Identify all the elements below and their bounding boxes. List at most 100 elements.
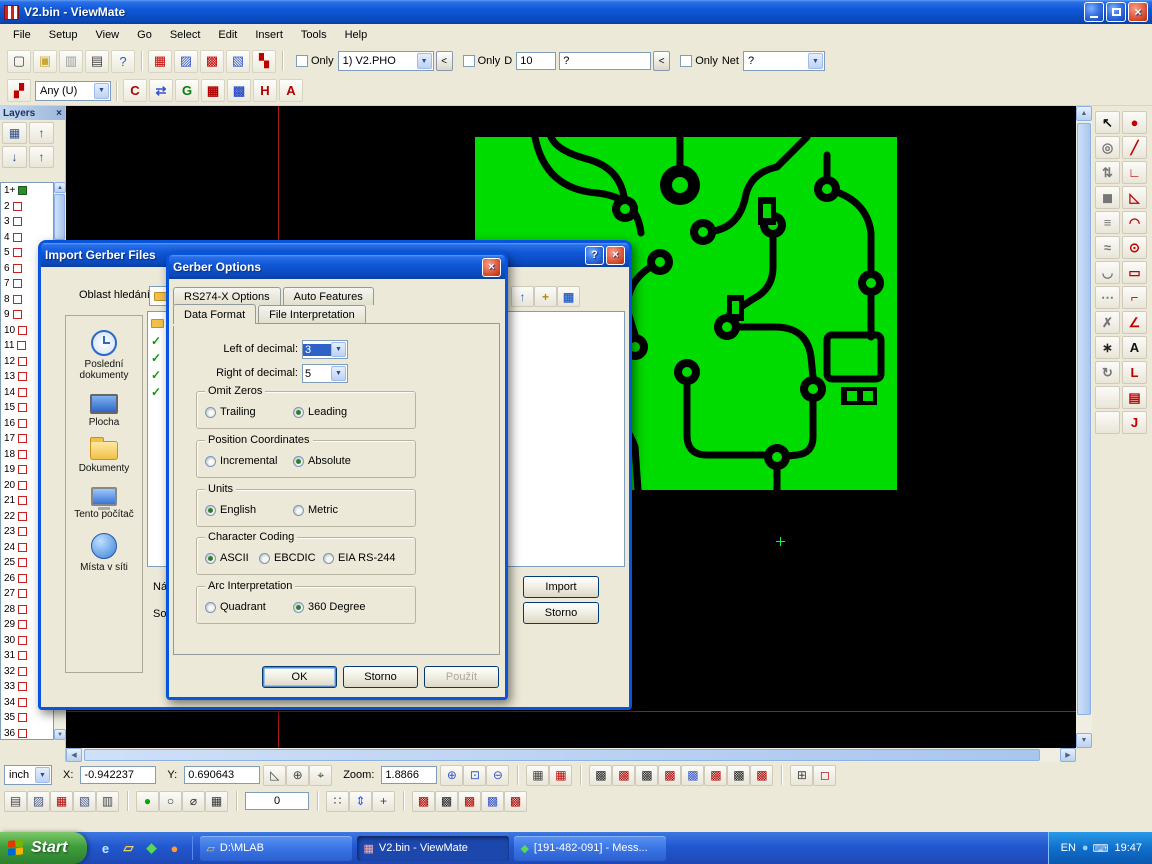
language-indicator[interactable]: EN (1061, 842, 1076, 854)
snap-icon[interactable]: ⇕ (349, 791, 372, 812)
dropdown-arrow-icon[interactable]: ▼ (331, 366, 346, 381)
layer-color-swatch[interactable] (13, 295, 22, 304)
scroll-down-icon[interactable]: ▼ (54, 729, 66, 740)
up-folder-icon[interactable]: ↑ (511, 286, 534, 307)
draw-pad-icon[interactable]: ● (1122, 111, 1147, 134)
dialog-close-button[interactable]: × (482, 258, 501, 277)
tab-file-interpretation[interactable]: File Interpretation (258, 305, 366, 323)
dcode-input[interactable]: 10 (516, 52, 556, 70)
status-led-icon[interactable]: ● (136, 791, 159, 812)
green-tool-icon[interactable]: ◆ (142, 839, 160, 857)
dcode-table-icon[interactable]: ▦ (526, 765, 549, 786)
layer-color-swatch[interactable] (18, 605, 27, 614)
radio-quadrant[interactable]: Quadrant (205, 601, 266, 613)
draw-angle-icon[interactable]: ∠ (1122, 311, 1147, 334)
zoom-field[interactable]: 1.8866 (381, 766, 437, 784)
menu-item[interactable]: Go (128, 26, 161, 44)
tray-keyboard-icon[interactable]: ⌨ (1093, 842, 1109, 855)
grid-1-icon[interactable]: ▦ (201, 79, 225, 102)
tab-data-format[interactable]: Data Format (173, 304, 256, 324)
scrollbar-thumb[interactable] (54, 194, 65, 240)
print-icon[interactable]: ▤ (85, 50, 109, 73)
horizontal-scrollbar[interactable]: ◀ ▶ (66, 748, 1076, 762)
blank-tool-icon[interactable] (1095, 386, 1120, 409)
film-11-icon[interactable]: ▩ (458, 791, 481, 812)
place-desktop[interactable]: Plocha (68, 394, 140, 428)
crosshair-icon[interactable]: + (372, 791, 395, 812)
radio-incremental[interactable]: Incremental (205, 455, 277, 467)
layer-color-swatch[interactable] (18, 419, 27, 428)
draw-rect-icon[interactable]: ▭ (1122, 261, 1147, 284)
place-my-computer[interactable]: Tento počítač (68, 487, 140, 520)
prev-dcode-button[interactable]: < (653, 51, 670, 71)
radio-metric[interactable]: Metric (293, 504, 338, 516)
layer-color-swatch[interactable] (13, 264, 22, 273)
restore-button[interactable] (1106, 2, 1126, 22)
menu-item[interactable]: Setup (40, 26, 87, 44)
dcode-c-icon[interactable]: C (123, 79, 147, 102)
firefox-icon[interactable]: ● (165, 839, 183, 857)
text-a-icon[interactable]: A (279, 79, 303, 102)
rotation-field[interactable]: 0 (245, 792, 309, 810)
film-13-icon[interactable]: ▩ (504, 791, 527, 812)
layer-color-swatch[interactable] (17, 341, 26, 350)
taskbar-task-button[interactable]: ◆ [191-482-091] - Mess... (514, 836, 666, 861)
scrollbar-thumb[interactable] (84, 749, 1040, 761)
save-icon[interactable]: ▥ (59, 50, 83, 73)
dots-icon[interactable]: ⋯ (1095, 286, 1120, 309)
slope-icon[interactable]: ◺ (263, 765, 286, 786)
mark-pattern-icon[interactable]: ▧ (226, 50, 250, 73)
help-icon[interactable]: ? (111, 50, 135, 73)
film-5-icon[interactable]: ▩ (681, 765, 704, 786)
minimize-button[interactable] (1084, 2, 1104, 22)
text-tool-icon[interactable]: A (1122, 336, 1147, 359)
prev-layer-button[interactable]: < (436, 51, 453, 71)
dropdown-arrow-icon[interactable]: ▼ (331, 342, 346, 357)
film-8-icon[interactable]: ▩ (750, 765, 773, 786)
clock[interactable]: 19:47 (1114, 842, 1142, 854)
layer-color-swatch[interactable] (18, 357, 27, 366)
layer-color-swatch[interactable] (18, 481, 27, 490)
layer-color-swatch[interactable] (18, 527, 27, 536)
zoom-window-icon[interactable]: ⊡ (463, 765, 486, 786)
j-tool-icon[interactable]: J (1122, 411, 1147, 434)
draw-polyline-icon[interactable]: ⌐ (1122, 286, 1147, 309)
dcode-h-icon[interactable]: H (253, 79, 277, 102)
start-button[interactable]: Start (0, 832, 87, 864)
scroll-right-icon[interactable]: ▶ (1060, 748, 1076, 762)
dropdown-arrow-icon[interactable]: ▼ (417, 53, 432, 69)
radio-ebcdic[interactable]: EBCDIC (259, 552, 316, 564)
open-folder-icon[interactable]: ▣ (33, 50, 57, 73)
scroll-down-icon[interactable]: ▼ (1076, 733, 1092, 748)
wave-icon[interactable]: ≈ (1095, 236, 1120, 259)
aperture-table-icon[interactable]: ▦ (549, 765, 572, 786)
any-combo[interactable]: Any (U) ▼ (35, 81, 111, 101)
only-net-checkbox[interactable] (680, 55, 692, 67)
film-1-icon[interactable]: ▩ (589, 765, 612, 786)
scroll-left-icon[interactable]: ◀ (66, 748, 82, 762)
layer-color-swatch[interactable] (18, 434, 27, 443)
diameter-icon[interactable]: ⌀ (182, 791, 205, 812)
left-decimal-combo[interactable]: 3 ▼ (302, 340, 348, 359)
tray-network-icon[interactable]: ● (1082, 842, 1089, 854)
layer-color-swatch[interactable] (18, 698, 27, 707)
menu-item[interactable]: Select (161, 26, 210, 44)
radio-leading[interactable]: Leading (293, 406, 347, 418)
place-recent-documents[interactable]: Poslední dokumenty (68, 330, 140, 381)
menu-item[interactable]: File (4, 26, 40, 44)
layer-color-swatch[interactable] (18, 620, 27, 629)
arc-icon[interactable]: ◡ (1095, 261, 1120, 284)
layer-color-swatch[interactable] (13, 217, 22, 226)
film-2-icon[interactable]: ▩ (612, 765, 635, 786)
radio-ascii[interactable]: ASCII (205, 552, 249, 564)
scrollbar-thumb[interactable] (1077, 123, 1091, 715)
dcode-g-icon[interactable]: G (175, 79, 199, 102)
layer-color-swatch[interactable] (18, 326, 27, 335)
unit-combo[interactable]: inch ▼ (4, 765, 52, 785)
tab-auto-features[interactable]: Auto Features (283, 287, 374, 305)
zoom-in-icon[interactable]: ⊕ (440, 765, 463, 786)
layer-color-swatch[interactable] (18, 512, 27, 521)
layer-color-swatch[interactable] (18, 186, 27, 195)
aperture-pattern-icon[interactable]: ▞ (7, 79, 31, 102)
menu-item[interactable]: Help (336, 26, 377, 44)
